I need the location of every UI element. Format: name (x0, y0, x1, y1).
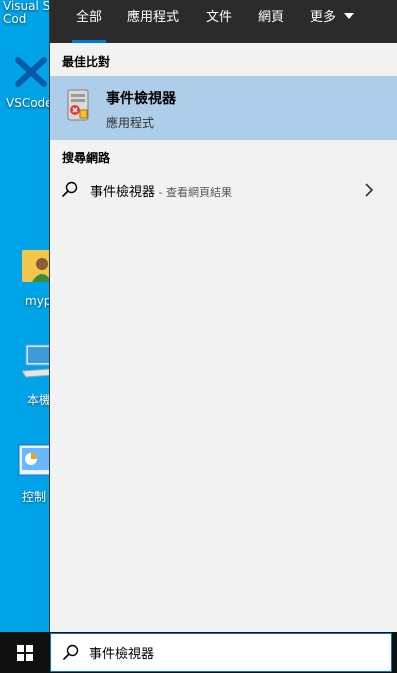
search-icon (62, 181, 78, 201)
tab-documents[interactable]: 文件 (206, 0, 232, 43)
tab-apps[interactable]: 應用程式 (127, 0, 179, 43)
chevron-down-icon (344, 13, 355, 19)
computer-icon[interactable] (20, 343, 50, 387)
search-tab-bar: 全部 應用程式 文件 網頁 更多 (50, 0, 397, 43)
web-search-text: 事件檢視器 - 查看網頁結果 (90, 181, 232, 200)
desktop-icon-label-vscode[interactable]: VSCode (6, 96, 50, 110)
taskbar-search-input[interactable]: 事件檢視器 (89, 643, 154, 662)
best-match-subtitle: 應用程式 (106, 116, 155, 130)
taskbar: 事件檢視器 (0, 632, 397, 673)
search-panel: 全部 應用程式 文件 網頁 更多 最佳比對 事件檢視器 應用程式 搜尋網路 事件… (49, 0, 397, 632)
desktop-icon-label-control-panel[interactable]: 控制 (22, 488, 46, 505)
web-search-result[interactable]: 事件檢視器 - 查看網頁結果 (50, 170, 397, 210)
desktop-icon-label-visual-studio-code[interactable]: Visual St Cod (3, 0, 50, 26)
web-search-query: 事件檢視器 (90, 185, 156, 200)
control-panel-icon[interactable] (18, 444, 50, 484)
web-search-heading: 搜尋網路 (62, 151, 111, 165)
desktop-icon-label-myp[interactable]: myp (25, 294, 50, 308)
event-viewer-icon (66, 88, 92, 126)
tab-all[interactable]: 全部 (71, 0, 107, 43)
tab-more-label: 更多 (310, 10, 337, 25)
windows-logo-icon (17, 645, 33, 661)
start-button[interactable] (0, 632, 50, 673)
best-match-title: 事件檢視器 (106, 91, 176, 107)
search-icon (63, 644, 79, 664)
user-folder-icon[interactable] (20, 246, 50, 290)
web-search-suffix: - 查看網頁結果 (155, 186, 232, 199)
best-match-heading: 最佳比對 (62, 55, 111, 69)
desktop: Visual St Cod VSCode myp 本機 (0, 0, 50, 632)
taskbar-search-box[interactable]: 事件檢視器 (50, 633, 392, 672)
vscode-icon[interactable] (14, 54, 50, 94)
desktop-icon-label-this-pc[interactable]: 本機 (27, 391, 50, 408)
best-match-result[interactable]: 事件檢視器 應用程式 (50, 76, 397, 140)
chevron-right-icon[interactable] (364, 182, 374, 201)
tab-more[interactable]: 更多 (310, 0, 355, 43)
tab-web[interactable]: 網頁 (258, 0, 284, 43)
